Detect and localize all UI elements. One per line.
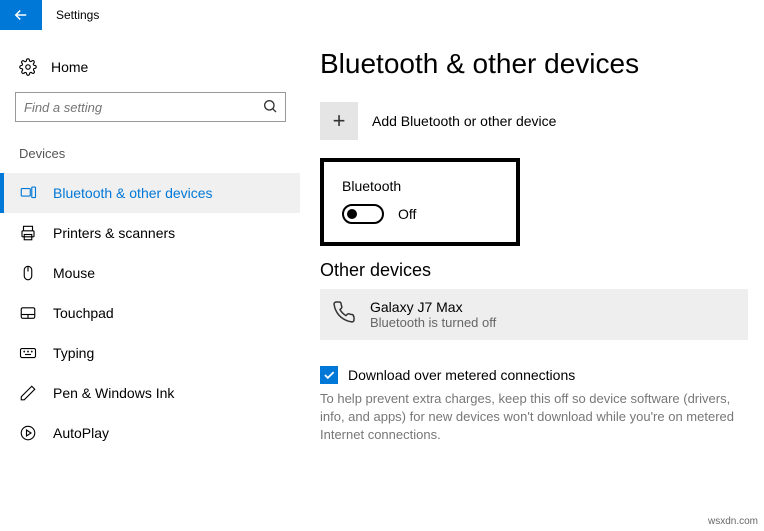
metered-label: Download over metered connections <box>348 367 575 383</box>
sidebar-item-label: Printers & scanners <box>53 225 175 241</box>
sidebar-item-bluetooth[interactable]: Bluetooth & other devices <box>0 173 300 213</box>
sidebar-item-touchpad[interactable]: Touchpad <box>0 293 300 333</box>
add-device-button[interactable]: + Add Bluetooth or other device <box>320 102 748 140</box>
sidebar-item-label: AutoPlay <box>53 425 109 441</box>
bluetooth-label: Bluetooth <box>342 178 498 194</box>
search-input[interactable] <box>15 92 286 122</box>
bluetooth-state: Off <box>398 206 416 222</box>
bluetooth-section: Bluetooth Off <box>320 158 520 246</box>
sidebar-item-label: Pen & Windows Ink <box>53 385 174 401</box>
device-row[interactable]: Galaxy J7 Max Bluetooth is turned off <box>320 289 748 340</box>
other-devices-heading: Other devices <box>320 260 748 281</box>
add-device-label: Add Bluetooth or other device <box>372 113 556 129</box>
bluetooth-toggle[interactable] <box>342 204 384 224</box>
main-content: Bluetooth & other devices + Add Bluetoot… <box>300 30 764 531</box>
check-icon <box>322 368 336 382</box>
section-label: Devices <box>19 146 300 161</box>
sidebar-item-mouse[interactable]: Mouse <box>0 253 300 293</box>
back-button[interactable] <box>0 0 42 30</box>
device-status: Bluetooth is turned off <box>370 315 496 330</box>
touchpad-icon <box>19 304 37 322</box>
sidebar-item-label: Mouse <box>53 265 95 281</box>
printer-icon <box>19 224 37 242</box>
sidebar: Home Devices Bluetooth & other devices P… <box>0 30 300 531</box>
watermark: wsxdn.com <box>708 516 758 527</box>
autoplay-icon <box>19 424 37 442</box>
toggle-knob <box>347 209 357 219</box>
sidebar-item-typing[interactable]: Typing <box>0 333 300 373</box>
pen-icon <box>19 384 37 402</box>
devices-icon <box>19 184 37 202</box>
arrow-left-icon <box>12 6 30 24</box>
window-title: Settings <box>42 0 99 30</box>
sidebar-item-label: Bluetooth & other devices <box>53 185 213 201</box>
checkbox-checked[interactable] <box>320 366 338 384</box>
sidebar-item-printers[interactable]: Printers & scanners <box>0 213 300 253</box>
sidebar-item-pen[interactable]: Pen & Windows Ink <box>0 373 300 413</box>
gear-icon <box>19 58 37 76</box>
home-button[interactable]: Home <box>15 52 300 92</box>
sidebar-item-label: Typing <box>53 345 94 361</box>
sidebar-item-label: Touchpad <box>53 305 114 321</box>
keyboard-icon <box>19 344 37 362</box>
search-field[interactable] <box>15 92 286 122</box>
phone-icon <box>332 300 356 329</box>
metered-description: To help prevent extra charges, keep this… <box>320 390 748 445</box>
home-label: Home <box>51 59 88 75</box>
plus-icon: + <box>320 102 358 140</box>
device-name: Galaxy J7 Max <box>370 299 496 315</box>
search-icon <box>262 98 278 114</box>
page-title: Bluetooth & other devices <box>320 48 748 80</box>
sidebar-item-autoplay[interactable]: AutoPlay <box>0 413 300 453</box>
titlebar: Settings <box>0 0 764 30</box>
metered-checkbox-row[interactable]: Download over metered connections <box>320 366 748 384</box>
mouse-icon <box>19 264 37 282</box>
